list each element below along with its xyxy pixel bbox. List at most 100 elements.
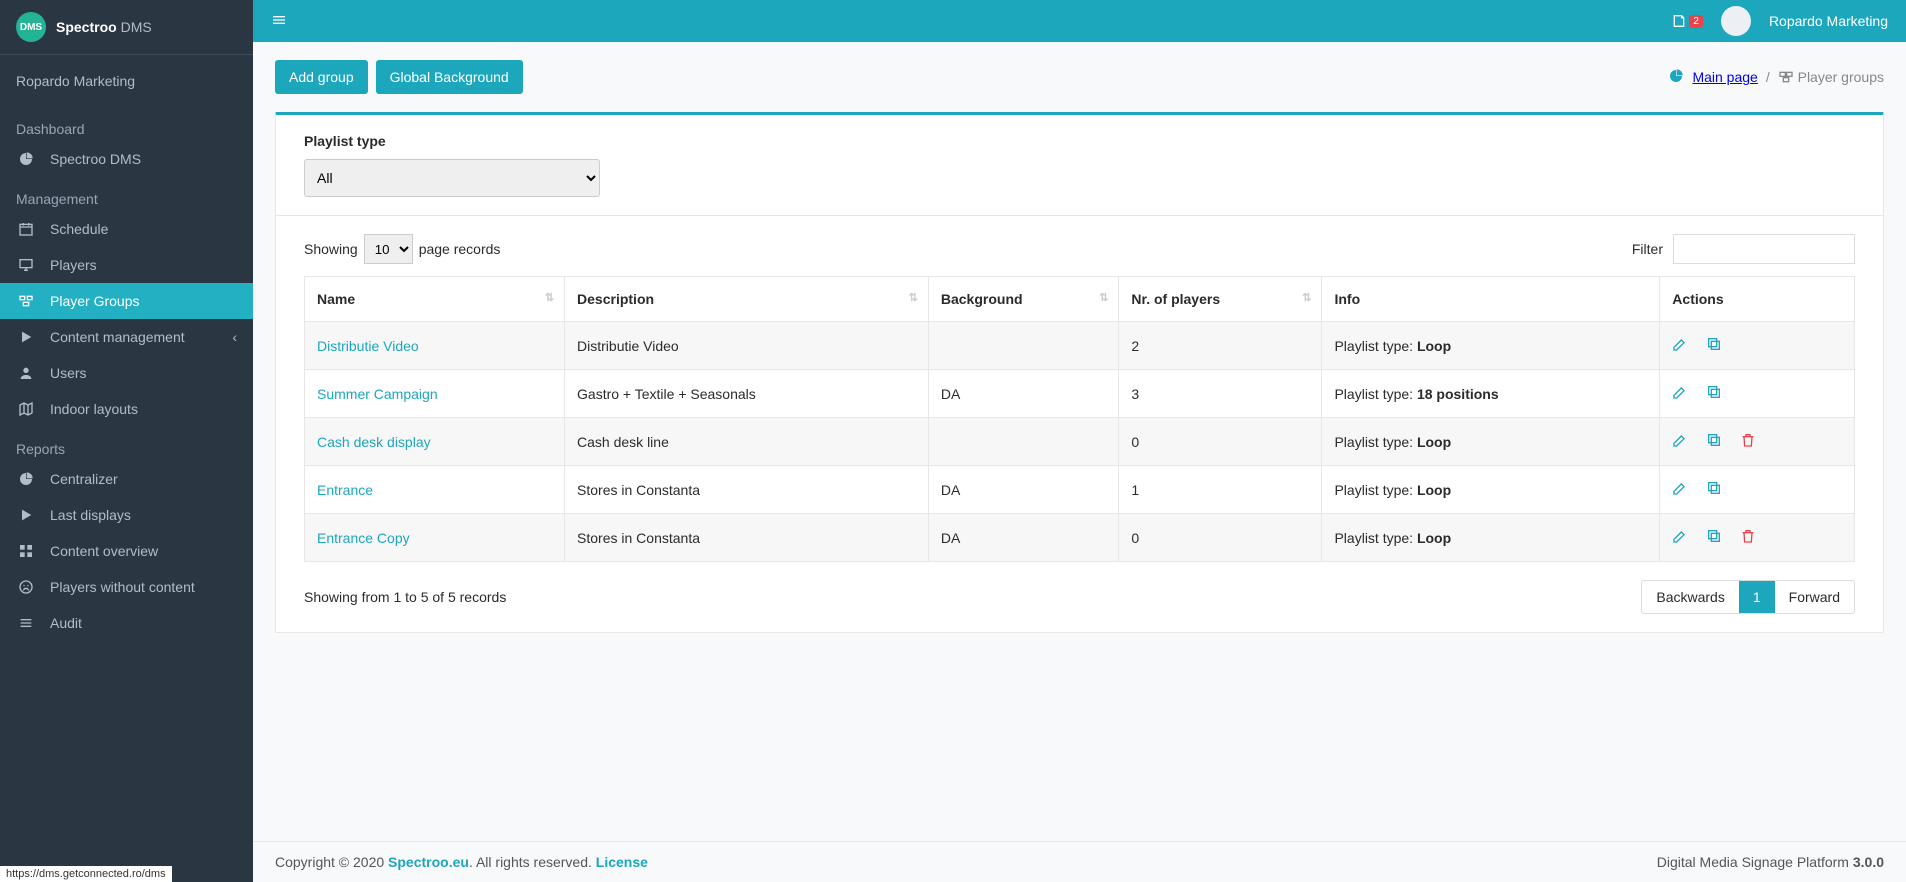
column-header[interactable]: Description⇅ xyxy=(565,277,929,322)
brand-name: Spectroo DMS xyxy=(56,19,152,35)
pager-page-1[interactable]: 1 xyxy=(1739,581,1775,613)
cell-nr-players: 2 xyxy=(1119,322,1322,370)
topbar: 2 Ropardo Marketing xyxy=(253,0,1906,42)
sidebar-item-label: Schedule xyxy=(50,221,108,237)
breadcrumb-main[interactable]: Main page xyxy=(1692,69,1757,85)
edit-icon[interactable] xyxy=(1672,480,1688,499)
showing-label: Showing xyxy=(304,241,358,257)
sidebar-item-audit[interactable]: Audit xyxy=(0,605,253,641)
cell-background: DA xyxy=(928,466,1119,514)
sort-icon: ⇅ xyxy=(1302,291,1311,304)
add-group-button[interactable]: Add group xyxy=(275,60,368,94)
brand-name-bold: Spectroo xyxy=(56,19,117,35)
playlist-type-label: Playlist type xyxy=(304,133,1855,149)
copy-icon[interactable] xyxy=(1706,528,1722,547)
sidebar-item-centralizer[interactable]: Centralizer xyxy=(0,461,253,497)
table-row: Summer CampaignGastro + Textile + Season… xyxy=(305,370,1855,418)
sidebar-item-player-groups[interactable]: Player Groups xyxy=(0,283,253,319)
brand-header[interactable]: DMS Spectroo DMS xyxy=(0,0,253,55)
footer-license-link[interactable]: License xyxy=(596,854,648,870)
group-name-link[interactable]: Entrance xyxy=(317,482,373,498)
pager-forward[interactable]: Forward xyxy=(1775,581,1854,613)
footer-version: 3.0.0 xyxy=(1853,854,1884,870)
breadcrumb-current-label: Player groups xyxy=(1798,69,1884,85)
cell-info: Playlist type: Loop xyxy=(1322,322,1660,370)
footer: Copyright © 2020 Spectroo.eu. All rights… xyxy=(253,841,1906,882)
list-icon xyxy=(16,615,36,631)
cell-description: Distributie Video xyxy=(565,322,929,370)
play-icon xyxy=(16,329,36,345)
playlist-type-select[interactable]: All xyxy=(304,159,600,197)
group-name-link[interactable]: Entrance Copy xyxy=(317,530,410,546)
cell-background: DA xyxy=(928,514,1119,562)
delete-icon[interactable] xyxy=(1740,528,1756,547)
cell-description: Stores in Constanta xyxy=(565,514,929,562)
sidebar-item-label: Players without content xyxy=(50,579,195,595)
sidebar-item-schedule[interactable]: Schedule xyxy=(0,211,253,247)
edit-icon[interactable] xyxy=(1672,336,1688,355)
avatar[interactable] xyxy=(1721,6,1751,36)
pager-backwards[interactable]: Backwards xyxy=(1642,581,1738,613)
copy-icon[interactable] xyxy=(1706,480,1722,499)
cell-info: Playlist type: 18 positions xyxy=(1322,370,1660,418)
group-name-link[interactable]: Cash desk display xyxy=(317,434,431,450)
sidebar-item-label: Content overview xyxy=(50,543,158,559)
org-name[interactable]: Ropardo Marketing xyxy=(0,55,253,107)
filter-label: Filter xyxy=(1632,241,1663,257)
map-icon xyxy=(16,401,36,417)
edit-icon[interactable] xyxy=(1672,432,1688,451)
brand-name-thin: DMS xyxy=(117,19,152,35)
sidebar-item-users[interactable]: Users xyxy=(0,355,253,391)
group-name-link[interactable]: Summer Campaign xyxy=(317,386,438,402)
page-size-select[interactable]: 10 xyxy=(364,234,413,264)
column-header[interactable]: Nr. of players⇅ xyxy=(1119,277,1322,322)
cell-background xyxy=(928,418,1119,466)
sidebar-item-players[interactable]: Players xyxy=(0,247,253,283)
sidebar-item-label: Audit xyxy=(50,615,82,631)
dashboard-icon xyxy=(1668,68,1684,87)
column-header[interactable]: Background⇅ xyxy=(928,277,1119,322)
breadcrumb-sep: / xyxy=(1766,69,1770,85)
column-header[interactable]: Name⇅ xyxy=(305,277,565,322)
player-groups-table: Name⇅Description⇅Background⇅Nr. of playe… xyxy=(304,276,1855,562)
sidebar-item-content-overview[interactable]: Content overview xyxy=(0,533,253,569)
sidebar-section: Dashboard xyxy=(0,107,253,141)
cell-nr-players: 0 xyxy=(1119,418,1322,466)
sidebar-item-indoor-layouts[interactable]: Indoor layouts xyxy=(0,391,253,427)
edit-icon[interactable] xyxy=(1672,528,1688,547)
delete-icon[interactable] xyxy=(1740,432,1756,451)
breadcrumb-current: Player groups xyxy=(1778,69,1884,85)
notification-button[interactable]: 2 xyxy=(1671,13,1703,29)
groups-icon xyxy=(1778,69,1794,85)
column-header: Info xyxy=(1322,277,1660,322)
sidebar-item-label: Spectroo DMS xyxy=(50,151,141,167)
cell-info: Playlist type: Loop xyxy=(1322,466,1660,514)
sidebar-item-players-no-content[interactable]: Players without content xyxy=(0,569,253,605)
sidebar-item-content-management[interactable]: Content management‹ xyxy=(0,319,253,355)
edit-icon[interactable] xyxy=(1672,384,1688,403)
sidebar-item-spectroo-dms[interactable]: Spectroo DMS xyxy=(0,141,253,177)
sidebar-item-last-displays[interactable]: Last displays xyxy=(0,497,253,533)
status-url: https://dms.getconnected.ro/dms xyxy=(0,866,172,882)
topbar-username[interactable]: Ropardo Marketing xyxy=(1769,13,1888,29)
pager: Backwards 1 Forward xyxy=(1641,580,1855,614)
table-row: Entrance Stores in ConstantaDA1Playlist t… xyxy=(305,466,1855,514)
group-name-link[interactable]: Distributie Video xyxy=(317,338,419,354)
cell-nr-players: 0 xyxy=(1119,514,1322,562)
cell-nr-players: 1 xyxy=(1119,466,1322,514)
footer-brand-link[interactable]: Spectroo.eu xyxy=(388,854,469,870)
cell-nr-players: 3 xyxy=(1119,370,1322,418)
main-panel: Playlist type All Showing 10 page record… xyxy=(275,112,1884,633)
filter-input[interactable] xyxy=(1673,234,1855,264)
global-background-button[interactable]: Global Background xyxy=(376,60,523,94)
book-icon xyxy=(1671,13,1687,29)
cell-info: Playlist type: Loop xyxy=(1322,418,1660,466)
grid-icon xyxy=(16,543,36,559)
cell-description: Stores in Constanta xyxy=(565,466,929,514)
hamburger-icon[interactable] xyxy=(271,12,287,31)
copy-icon[interactable] xyxy=(1706,384,1722,403)
copy-icon[interactable] xyxy=(1706,336,1722,355)
play-icon xyxy=(16,507,36,523)
sort-icon: ⇅ xyxy=(909,291,918,304)
copy-icon[interactable] xyxy=(1706,432,1722,451)
